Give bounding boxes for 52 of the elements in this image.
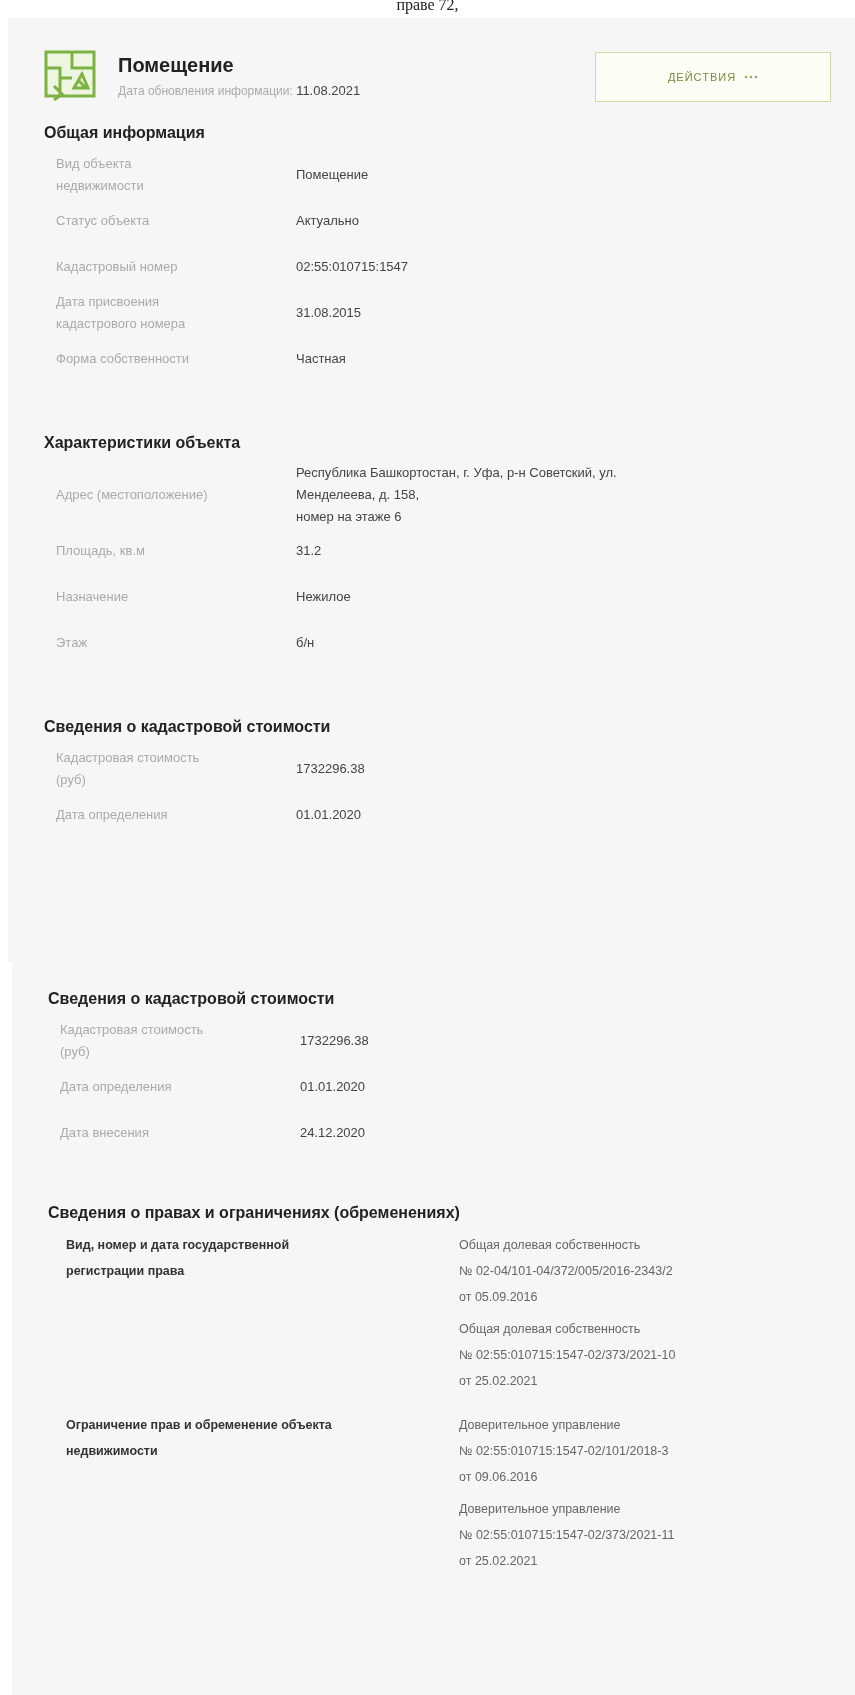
field-value: 1732296.38: [300, 1032, 370, 1050]
section-title: Характеристики объекта: [44, 434, 242, 452]
field-value: 1732296.38: [296, 760, 366, 778]
page-title: Помещение: [118, 54, 235, 77]
field-label: Вид, номер и дата государственной регистрации права: [66, 1237, 291, 1280]
field-value: Помещение: [296, 166, 370, 184]
field-value: б/н: [296, 634, 316, 652]
field-value: 02:55:010715:1547: [296, 258, 410, 276]
section-title: Общая информация: [44, 124, 206, 142]
field-label: Кадастровая стоимость (руб): [60, 1021, 205, 1061]
field-value: 01.01.2020: [296, 806, 363, 824]
field-label: Форма собственности: [56, 350, 191, 368]
field-value: от 09.06.2016: [459, 1469, 539, 1486]
field-value: № 02:55:010715:1547-02/373/2021-11: [459, 1527, 675, 1544]
field-value: Доверительное управление: [459, 1417, 622, 1434]
field-value: Общая долевая собственность: [459, 1321, 642, 1338]
field-value: 31.2: [296, 542, 323, 560]
building-plan-icon: [44, 50, 96, 102]
section-title: Сведения о кадастровой стоимости: [44, 718, 332, 736]
field-label: Вид объекта недвижимости: [56, 155, 145, 195]
field-value: номер на этаже 6: [296, 508, 403, 526]
field-label: Назначение: [56, 588, 130, 606]
field-label: Дата определения: [56, 806, 169, 824]
field-label: Площадь, кв.м: [56, 542, 146, 560]
more-icon: [744, 75, 759, 79]
field-value: 31.08.2015: [296, 304, 363, 322]
field-value: 24.12.2020: [300, 1124, 367, 1142]
field-label: Ограничение прав и обременение объекта недвижимости: [66, 1417, 333, 1460]
field-value: № 02:55:010715:1547-02/101/2018-3: [459, 1443, 670, 1460]
field-value: Нежилое: [296, 588, 352, 606]
field-value: от 05.09.2016: [459, 1289, 539, 1306]
field-value: от 25.02.2021: [459, 1553, 539, 1570]
field-label: Дата внесения: [60, 1124, 150, 1142]
field-label: Кадастровая стоимость (руб): [56, 749, 201, 789]
field-value: от 25.02.2021: [459, 1373, 539, 1390]
field-value: Актуально: [296, 212, 360, 230]
field-label: Дата определения: [60, 1078, 173, 1096]
field-label: Кадастровый номер: [56, 258, 179, 276]
field-label: Этаж: [56, 634, 89, 652]
actions-button[interactable]: ДЕЙСТВИЯ: [595, 52, 831, 102]
section-title: Сведения о правах и ограничениях (обременениях): [48, 1204, 461, 1222]
field-label: Адрес (местоположение): [56, 486, 209, 504]
field-value: Частная: [296, 350, 347, 368]
field-value: Доверительное управление: [459, 1501, 622, 1518]
section-title: Сведения о кадастровой стоимости: [48, 990, 336, 1008]
field-value: № 02:55:010715:1547-02/373/2021-10: [459, 1347, 676, 1364]
field-label: Статус объекта: [56, 212, 151, 230]
field-value: 01.01.2020: [300, 1078, 367, 1096]
field-value: № 02-04/101-04/372/005/2016-2343/2: [459, 1263, 674, 1280]
field-label: Дата присвоения кадастрового номера: [56, 293, 187, 333]
field-value: Общая долевая собственность: [459, 1237, 642, 1254]
update-date: Дата обновления информации: 11.08.2021: [118, 83, 362, 98]
